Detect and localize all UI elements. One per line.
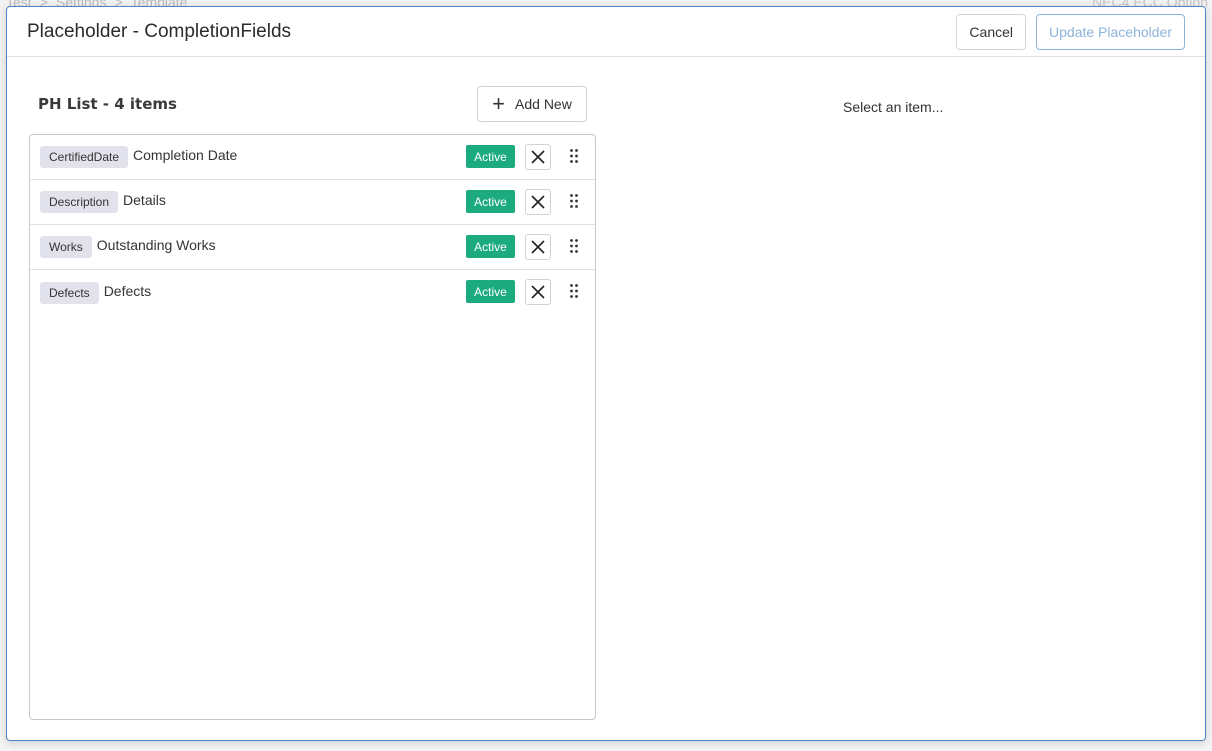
- modal-title: Placeholder - CompletionFields: [27, 20, 292, 42]
- delete-button[interactable]: [525, 189, 551, 215]
- status-badge[interactable]: Active: [466, 235, 515, 258]
- delete-button[interactable]: [525, 234, 551, 260]
- close-icon: [531, 150, 545, 164]
- list-item[interactable]: Defects Defects Active: [30, 270, 595, 315]
- status-badge[interactable]: Active: [466, 145, 515, 168]
- update-placeholder-button[interactable]: Update Placeholder: [1036, 13, 1185, 50]
- list-item[interactable]: Description Details Active: [30, 180, 595, 225]
- drag-handle-icon[interactable]: [569, 283, 579, 299]
- drag-handle-icon[interactable]: [569, 238, 579, 254]
- drag-handle-icon[interactable]: [569, 148, 579, 164]
- delete-button[interactable]: [525, 144, 551, 170]
- select-item-hint: Select an item...: [843, 99, 944, 115]
- ph-list-heading: PH List - 4 items: [38, 95, 177, 113]
- placeholder-modal: Placeholder - CompletionFields Cancel Up…: [6, 6, 1206, 741]
- close-icon: [531, 195, 545, 209]
- ph-label: Details: [123, 192, 166, 208]
- header-actions: Cancel Update Placeholder: [956, 13, 1185, 50]
- status-badge[interactable]: Active: [466, 190, 515, 213]
- delete-button[interactable]: [525, 279, 551, 305]
- ph-tag: Defects: [40, 281, 99, 304]
- ph-label: Outstanding Works: [96, 237, 216, 253]
- close-icon: [531, 285, 545, 299]
- ph-tag: Works: [40, 236, 92, 258]
- ph-label: Completion Date: [133, 147, 238, 163]
- ph-list: CertifiedDate Completion Date Active Des…: [29, 134, 596, 720]
- add-new-label: Add New: [515, 96, 572, 112]
- cancel-button[interactable]: Cancel: [956, 13, 1027, 50]
- list-item[interactable]: CertifiedDate Completion Date Active: [30, 135, 595, 180]
- ph-tag: Description: [40, 191, 119, 213]
- list-item[interactable]: Works Outstanding Works Active: [30, 225, 595, 270]
- add-new-button[interactable]: + Add New: [477, 86, 587, 122]
- drag-handle-icon[interactable]: [569, 193, 579, 209]
- ph-tag: CertifiedDate: [40, 146, 129, 168]
- modal-header: Placeholder - CompletionFields Cancel Up…: [7, 7, 1205, 57]
- status-badge[interactable]: Active: [466, 280, 515, 303]
- plus-icon: +: [492, 91, 506, 116]
- close-icon: [531, 240, 545, 254]
- ph-label: Defects: [103, 282, 152, 299]
